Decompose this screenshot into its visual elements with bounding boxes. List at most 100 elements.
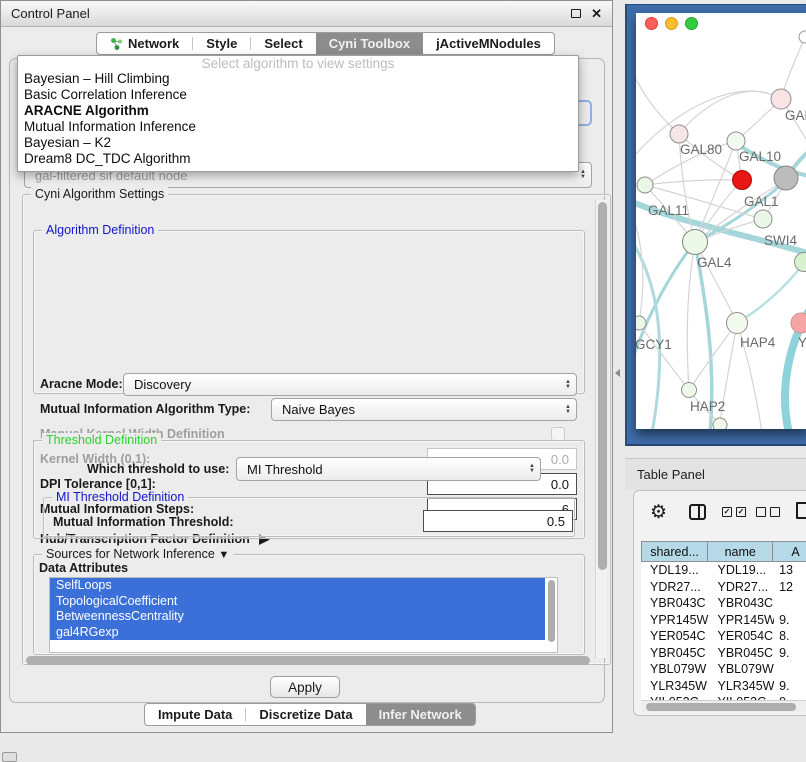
table-row[interactable]: YPR145WYPR145W9. [641,612,806,629]
algorithm-option[interactable]: Bayesian – Hill Climbing [18,71,578,87]
column-header-1[interactable]: shared... [641,541,708,562]
network-edge [645,180,742,185]
table-hscrollbar-thumb[interactable] [646,703,796,711]
attribute-item[interactable]: SelfLoops [50,578,545,594]
algorithm-option[interactable]: Bayesian – K2 [18,135,578,151]
aracne-mode-combo[interactable]: Discovery ▲▼ [123,373,577,396]
manual-kernel-checkbox[interactable] [551,427,565,441]
group-title: Algorithm Definition [42,223,158,237]
node-table[interactable]: shared...nameA YDL19...YDL19...13YDR27..… [641,541,806,701]
algorithm-option[interactable]: Dream8 DC_TDC Algorithm [18,151,578,167]
tab-discretize-data[interactable]: Discretize Data [246,704,365,725]
tab-infer-network[interactable]: Infer Network [366,704,475,725]
table-row[interactable]: YBR045CYBR045C9. [641,645,806,662]
apply-button[interactable]: Apply [270,676,340,698]
node-bottom[interactable] [713,418,727,429]
close-window-icon[interactable]: ✕ [591,6,602,22]
minimize-light[interactable] [665,17,678,30]
column-header-3[interactable]: A [773,541,806,562]
unchecked-boxes-icon[interactable] [756,507,780,517]
node-red[interactable] [733,171,752,190]
sources-toggle[interactable]: Sources for Network Inference ▼ [42,547,233,561]
table-row[interactable]: YBL079WYBL079W [641,661,806,678]
table-cell: YPR145W [709,613,775,627]
settings-vscrollbar-thumb[interactable] [598,202,607,570]
column-header-2[interactable]: name [708,541,773,562]
node-label: GCY1 [636,337,672,352]
tab-network[interactable]: Network [97,33,192,54]
node-hap2[interactable] [682,383,697,398]
panel-splitter-grip[interactable] [615,369,620,377]
network-graph[interactable]: GALGAL80GAL10GAL11GAL1SWI4GAL4GCY1HAP4YH… [636,13,806,429]
node-gal-top[interactable] [771,89,791,109]
table-cell: YDR27... [641,580,709,594]
tab-jactivemnodules[interactable]: jActiveMNodules [423,33,554,54]
bottom-tab-bar: Impute DataDiscretize DataInfer Network [144,703,476,726]
node-label: GAL [785,108,806,123]
tab-select[interactable]: Select [251,33,315,54]
settings-vscrollbar[interactable] [595,200,607,658]
tab-cyni-toolbox[interactable]: Cyni Toolbox [316,33,423,54]
dropdown-prompt: Select algorithm to view settings [18,56,578,71]
algorithm-option[interactable]: Basic Correlation Inference [18,87,578,103]
node-gal4[interactable] [683,230,708,255]
which-threshold-label: Which threshold to use: [87,462,229,476]
attribute-item[interactable]: gal4RGexp [50,625,545,641]
table-row[interactable]: YBR043CYBR043C [641,595,806,612]
algorithm-option[interactable]: Mutual Information Inference [18,119,578,135]
group-title: MI Threshold Definition [52,490,188,504]
node-gal10[interactable] [727,132,745,150]
table-hscrollbar[interactable] [641,700,806,712]
network-view-window[interactable]: GALGAL80GAL10GAL11GAL1SWI4GAL4GCY1HAP4YH… [636,13,806,429]
table-row[interactable]: YER054CYER054C8. [641,628,806,645]
node-partial-top[interactable] [799,31,806,43]
node-swi4[interactable] [795,253,806,272]
document-icon[interactable] [796,502,806,519]
which-threshold-value: MI Threshold [237,462,524,477]
node-gal80[interactable] [670,125,688,143]
table-cell: 13 [774,563,806,577]
attribute-item[interactable]: TopologicalCoefficient [50,594,545,610]
attributes-vscrollbar-thumb[interactable] [548,580,555,642]
node-hap4[interactable] [727,313,748,334]
table-cell: YBR045C [641,646,709,660]
node-gcy1[interactable] [636,316,646,330]
gear-icon[interactable]: ⚙ [650,501,667,524]
node-label: HAP4 [740,335,776,350]
columns-icon[interactable] [689,504,706,520]
attribute-item[interactable]: BetweennessCentrality [50,609,545,625]
node-gal11[interactable] [637,177,653,193]
checked-boxes-icon[interactable]: ✓✓ [722,507,746,517]
tab-label: Network [128,36,179,51]
table-row[interactable]: YDR27...YDR27...12 [641,579,806,596]
network-edge [636,71,679,134]
mi-threshold-field[interactable]: 0.5 [423,510,573,532]
settings-hscrollbar-thumb[interactable] [26,656,590,665]
window-title: Control Panel [11,6,561,21]
which-threshold-combo[interactable]: MI Threshold ▲▼ [236,457,541,481]
collapse-arrow-icon[interactable]: ▼ [218,549,229,561]
dock-corner-chip[interactable] [2,752,17,762]
node-label: SWI4 [764,233,797,248]
table-row[interactable]: YLR345WYLR345W9. [641,678,806,695]
table-row[interactable]: YDL19...YDL19...13 [641,562,806,579]
table-cell: YER054C [641,629,709,643]
mi-threshold-label: Mutual Information Threshold: [53,515,234,529]
group-title: Cyni Algorithm Settings [31,187,168,201]
tab-style[interactable]: Style [193,33,250,54]
close-light[interactable] [645,17,658,30]
table-cell: YLR345W [709,679,775,693]
node-salmon[interactable] [791,313,806,333]
data-attributes-list[interactable]: SelfLoopsTopologicalCoefficientBetweenne… [49,577,558,653]
mi-type-combo[interactable]: Naive Bayes ▲▼ [271,398,577,421]
combo-arrows-icon: ▲▼ [524,464,540,474]
tab-impute-data[interactable]: Impute Data [145,704,245,725]
table-cell: 9. [774,679,806,693]
zoom-light[interactable] [685,17,698,30]
node-label: Y [798,335,806,350]
node-gray[interactable] [774,166,798,190]
algorithm-option[interactable]: ARACNE Algorithm [18,103,578,119]
network-icon [110,37,123,50]
float-window-icon[interactable] [571,6,581,21]
node-gal1[interactable] [754,210,772,228]
